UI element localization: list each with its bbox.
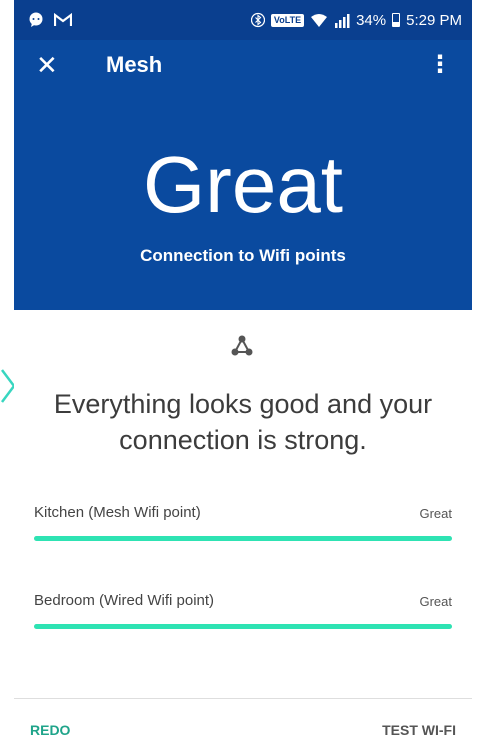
battery-icon [392,13,401,27]
point-name: Kitchen (Mesh Wifi point) [34,504,201,521]
page-title: Mesh [106,52,163,77]
footer-divider [14,698,472,699]
signal-bar-fill [34,536,452,541]
status-icons-right: VoLTE 34% 5:29 PM [250,11,462,29]
signal-bar-fill [34,624,452,629]
point-status: Great [419,506,452,521]
redo-button[interactable]: REDO [30,722,70,738]
list-item: Kitchen (Mesh Wifi point) Great [34,504,452,592]
volte-badge: VoLTE [270,13,305,27]
list-item: Bedroom (Wired Wifi point) Great [34,592,452,680]
more-options-icon[interactable]: ⋮ [428,50,452,80]
point-status: Great [419,594,452,609]
battery-percent: 34% [356,11,387,29]
clock: 5:29 PM [406,11,462,29]
bluetooth-icon [250,12,265,28]
wifi-icon [311,13,328,27]
test-wifi-button[interactable]: TEST WI-FI [382,722,456,738]
rating-subtitle: Connection to Wifi points [140,246,346,265]
gmail-icon [54,13,72,26]
signal-bar [34,624,452,629]
signal-bar [34,536,452,541]
header: ✕ Mesh ⋮ Great Connection to Wifi points [14,40,472,310]
chat-bubble-icon [29,12,43,27]
status-icons-left [28,12,72,28]
status-headline: Everything looks good and your connectio… [53,389,433,455]
signal-icon [335,13,350,28]
point-name: Bedroom (Wired Wifi point) [34,592,215,609]
connection-rating: Great [142,140,344,229]
mesh-network-icon [231,335,253,356]
wifi-points-list: Kitchen (Mesh Wifi point) Great Bedroom … [34,504,452,680]
close-icon[interactable]: ✕ [36,50,58,80]
status-bar: VoLTE 34% 5:29 PM [14,0,472,40]
app-frame: VoLTE 34% 5:29 PM ✕ Mesh ⋮ Great Connect… [14,0,472,742]
